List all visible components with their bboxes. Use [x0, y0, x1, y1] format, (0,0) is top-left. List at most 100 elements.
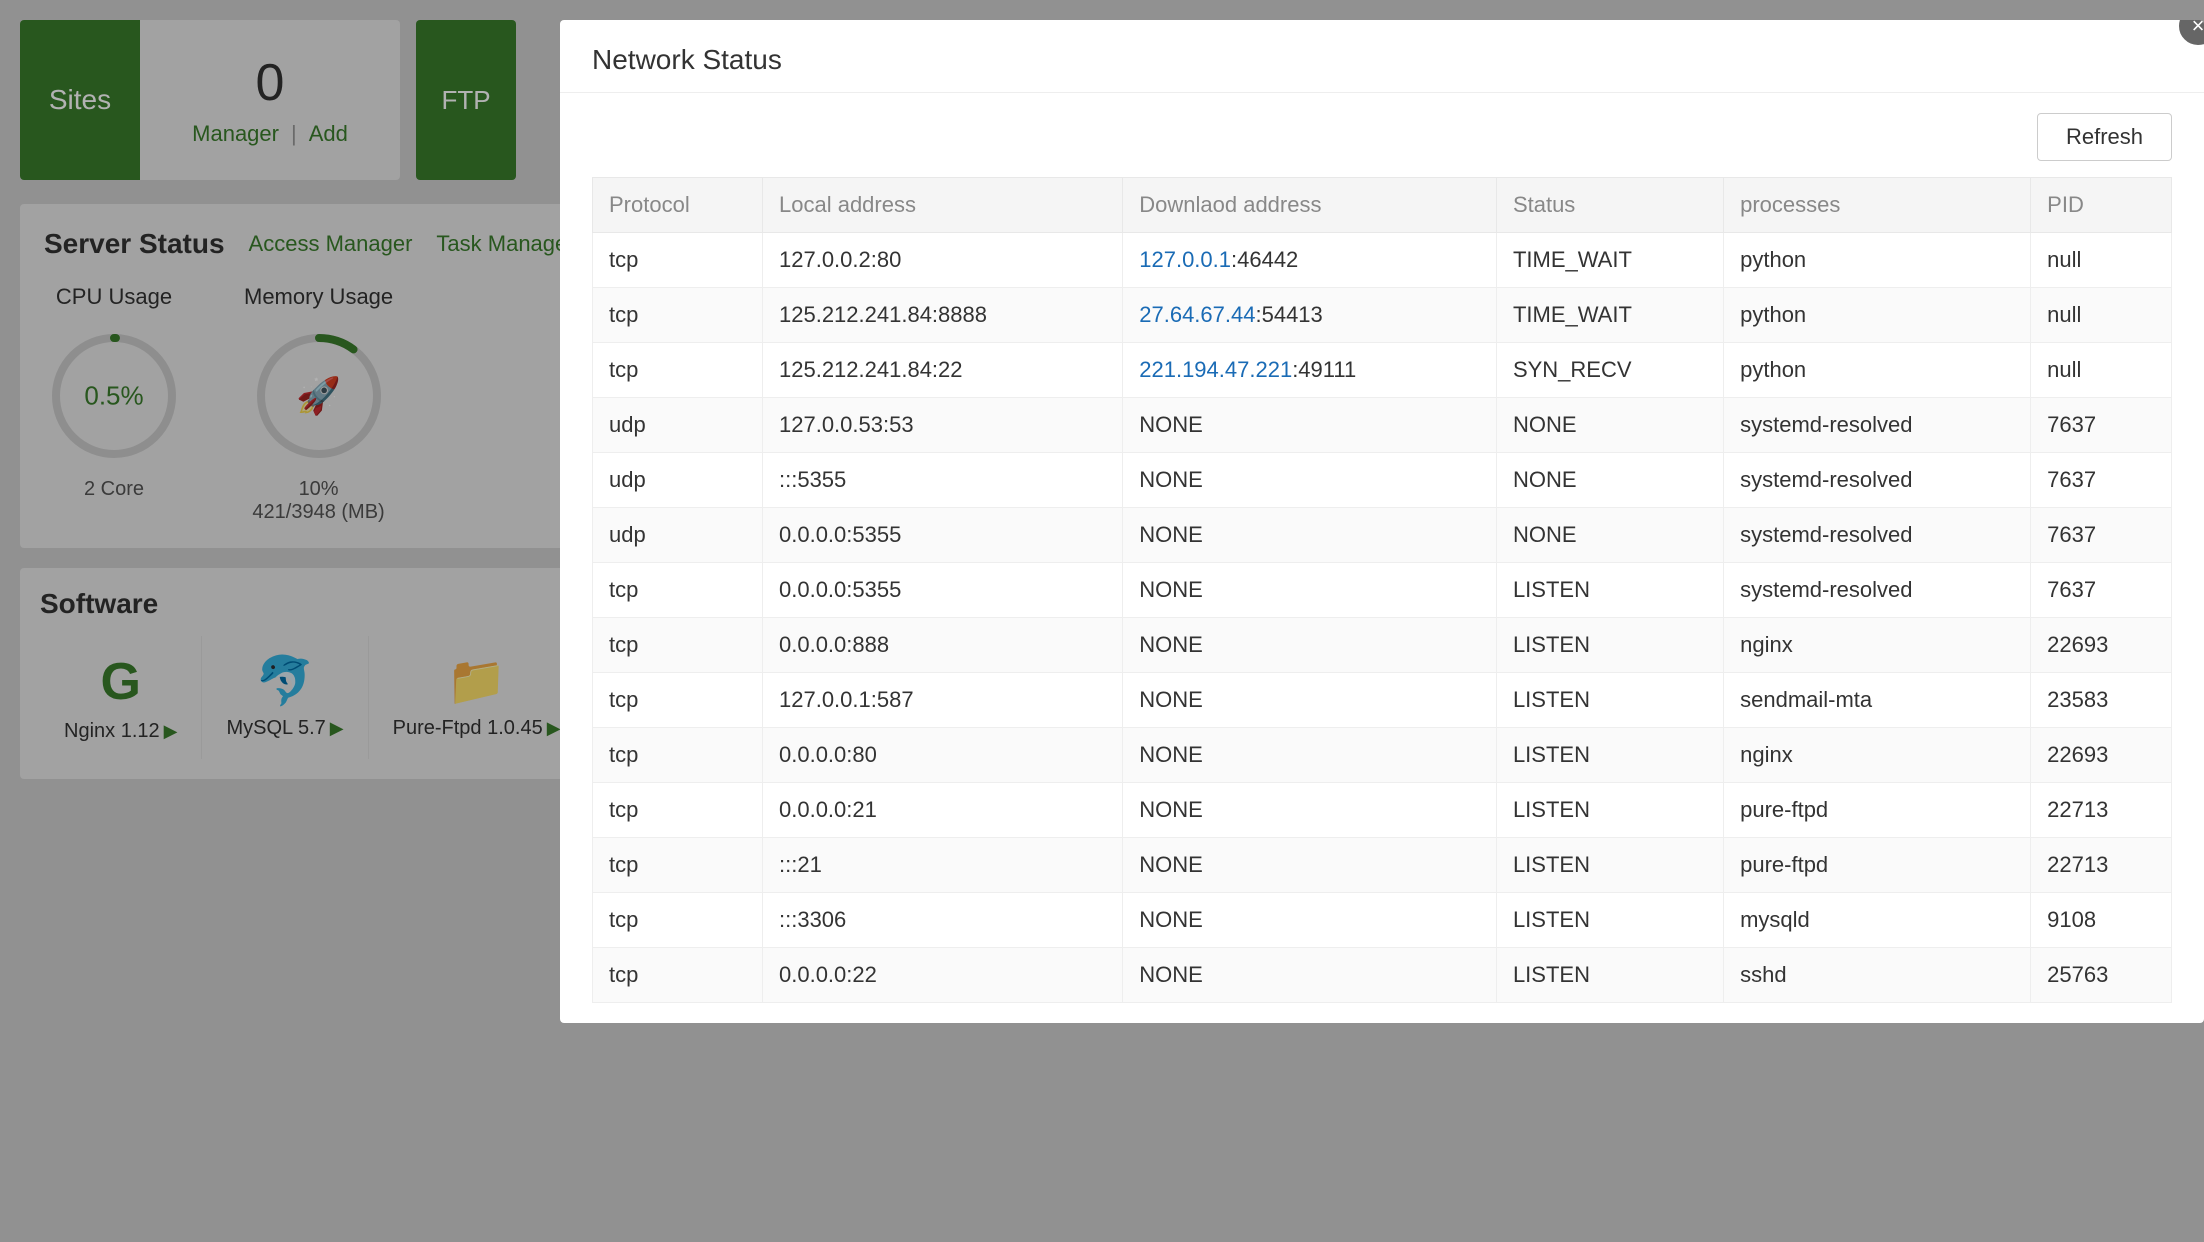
table-cell: NONE: [1496, 453, 1723, 508]
table-cell: 0.0.0.0:21: [763, 783, 1123, 838]
table-cell: 27.64.67.44:54413: [1123, 288, 1497, 343]
download-address-link[interactable]: 127.0.0.1: [1139, 247, 1231, 272]
table-cell: :::3306: [763, 893, 1123, 948]
table-cell: 127.0.0.53:53: [763, 398, 1123, 453]
download-address-link[interactable]: 27.64.67.44: [1139, 302, 1255, 327]
table-cell: LISTEN: [1496, 783, 1723, 838]
table-cell: udp: [593, 398, 763, 453]
table-cell: SYN_RECV: [1496, 343, 1723, 398]
table-cell: 25763: [2031, 948, 2172, 1003]
table-cell: 0.0.0.0:5355: [763, 508, 1123, 563]
table-cell: pure-ftpd: [1724, 838, 2031, 893]
table-cell: 0.0.0.0:22: [763, 948, 1123, 1003]
table-cell: null: [2031, 233, 2172, 288]
table-cell: tcp: [593, 948, 763, 1003]
table-cell: LISTEN: [1496, 618, 1723, 673]
table-cell: udp: [593, 508, 763, 563]
col-status: Status: [1496, 178, 1723, 233]
table-cell: NONE: [1123, 783, 1497, 838]
table-cell: NONE: [1123, 563, 1497, 618]
table-row: tcp125.212.241.84:22221.194.47.221:49111…: [593, 343, 2172, 398]
table-cell: tcp: [593, 563, 763, 618]
table-row: udp:::5355NONENONEsystemd-resolved7637: [593, 453, 2172, 508]
table-cell: LISTEN: [1496, 563, 1723, 618]
table-cell: udp: [593, 453, 763, 508]
table-cell: 22713: [2031, 838, 2172, 893]
table-cell: tcp: [593, 343, 763, 398]
table-cell: tcp: [593, 783, 763, 838]
table-cell: tcp: [593, 893, 763, 948]
table-row: tcp0.0.0.0:22NONELISTENsshd25763: [593, 948, 2172, 1003]
table-cell: systemd-resolved: [1724, 398, 2031, 453]
table-cell: 127.0.0.2:80: [763, 233, 1123, 288]
table-cell: python: [1724, 233, 2031, 288]
modal-body[interactable]: Refresh Protocol Local address Downlaod …: [560, 93, 2204, 1023]
modal-header: Network Status: [560, 20, 2204, 93]
refresh-button[interactable]: Refresh: [2037, 113, 2172, 161]
table-cell: 7637: [2031, 508, 2172, 563]
table-row: udp127.0.0.53:53NONENONEsystemd-resolved…: [593, 398, 2172, 453]
table-cell: tcp: [593, 233, 763, 288]
table-cell: systemd-resolved: [1724, 508, 2031, 563]
table-cell: NONE: [1496, 398, 1723, 453]
close-icon: ×: [2192, 20, 2204, 39]
table-cell: 22693: [2031, 728, 2172, 783]
table-cell: :::5355: [763, 453, 1123, 508]
table-cell: TIME_WAIT: [1496, 233, 1723, 288]
table-cell: mysqld: [1724, 893, 2031, 948]
table-cell: 7637: [2031, 563, 2172, 618]
header-row: Protocol Local address Downlaod address …: [593, 178, 2172, 233]
table-cell: python: [1724, 343, 2031, 398]
table-cell: 127.0.0.1:46442: [1123, 233, 1497, 288]
col-protocol: Protocol: [593, 178, 763, 233]
table-cell: LISTEN: [1496, 673, 1723, 728]
table-cell: NONE: [1123, 618, 1497, 673]
table-cell: LISTEN: [1496, 893, 1723, 948]
table-body: tcp127.0.0.2:80127.0.0.1:46442TIME_WAITp…: [593, 233, 2172, 1003]
table-cell: NONE: [1123, 508, 1497, 563]
table-cell: NONE: [1123, 453, 1497, 508]
table-cell: 127.0.0.1:587: [763, 673, 1123, 728]
table-cell: tcp: [593, 838, 763, 893]
table-row: tcp:::21NONELISTENpure-ftpd22713: [593, 838, 2172, 893]
modal-overlay: × Network Status Refresh Protocol Local …: [0, 0, 2204, 1242]
col-processes: processes: [1724, 178, 2031, 233]
table-cell: LISTEN: [1496, 728, 1723, 783]
table-cell: tcp: [593, 288, 763, 343]
table-row: tcp0.0.0.0:21NONELISTENpure-ftpd22713: [593, 783, 2172, 838]
table-cell: NONE: [1123, 838, 1497, 893]
table-cell: tcp: [593, 728, 763, 783]
table-header: Protocol Local address Downlaod address …: [593, 178, 2172, 233]
table-cell: nginx: [1724, 618, 2031, 673]
table-cell: systemd-resolved: [1724, 453, 2031, 508]
col-local-address: Local address: [763, 178, 1123, 233]
table-row: tcp0.0.0.0:888NONELISTENnginx22693: [593, 618, 2172, 673]
table-cell: 7637: [2031, 398, 2172, 453]
table-cell: NONE: [1496, 508, 1723, 563]
col-pid: PID: [2031, 178, 2172, 233]
table-cell: 22713: [2031, 783, 2172, 838]
table-cell: systemd-resolved: [1724, 563, 2031, 618]
table-cell: sendmail-mta: [1724, 673, 2031, 728]
table-cell: tcp: [593, 673, 763, 728]
table-row: tcp125.212.241.84:888827.64.67.44:54413T…: [593, 288, 2172, 343]
table-cell: LISTEN: [1496, 838, 1723, 893]
table-cell: 0.0.0.0:80: [763, 728, 1123, 783]
table-row: tcp0.0.0.0:5355NONELISTENsystemd-resolve…: [593, 563, 2172, 618]
table-cell: 221.194.47.221:49111: [1123, 343, 1497, 398]
table-cell: 0.0.0.0:888: [763, 618, 1123, 673]
table-cell: NONE: [1123, 398, 1497, 453]
table-cell: 22693: [2031, 618, 2172, 673]
table-cell: nginx: [1724, 728, 2031, 783]
table-row: tcp0.0.0.0:80NONELISTENnginx22693: [593, 728, 2172, 783]
col-download-address: Downlaod address: [1123, 178, 1497, 233]
table-cell: NONE: [1123, 728, 1497, 783]
table-cell: 0.0.0.0:5355: [763, 563, 1123, 618]
table-row: tcp127.0.0.1:587NONELISTENsendmail-mta23…: [593, 673, 2172, 728]
network-table: Protocol Local address Downlaod address …: [592, 177, 2172, 1003]
table-cell: 9108: [2031, 893, 2172, 948]
table-row: tcp127.0.0.2:80127.0.0.1:46442TIME_WAITp…: [593, 233, 2172, 288]
download-address-link[interactable]: 221.194.47.221: [1139, 357, 1292, 382]
modal-title: Network Status: [592, 44, 782, 76]
table-cell: NONE: [1123, 948, 1497, 1003]
